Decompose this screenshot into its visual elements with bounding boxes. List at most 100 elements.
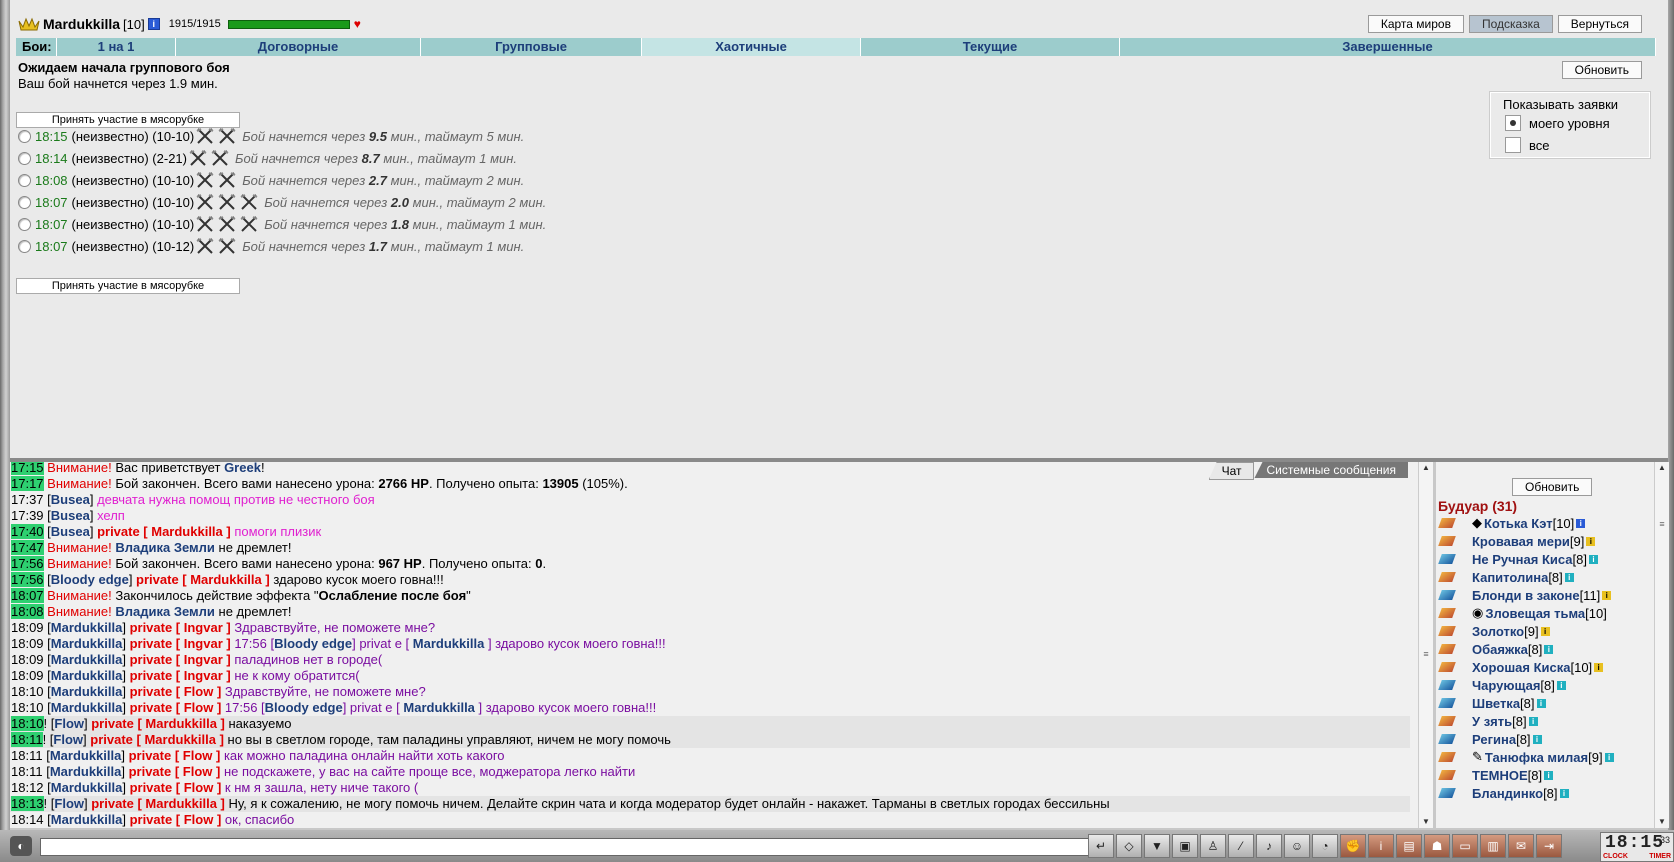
speaker-icon[interactable]: ◐ [10, 836, 32, 856]
user-name[interactable]: Шветка [1472, 696, 1520, 711]
message-nick[interactable]: Busea [51, 524, 90, 539]
smile-icon[interactable]: ☺ [1284, 834, 1310, 858]
helmet-icon[interactable]: ◔ [1312, 834, 1338, 858]
info-icon[interactable]: i [1368, 834, 1394, 858]
user-info-icon[interactable]: i [1532, 734, 1542, 744]
scroll-down-icon[interactable]: ▼ [1419, 816, 1433, 828]
user-info-icon[interactable]: i [1544, 770, 1554, 780]
scroll-up-icon[interactable]: ▲ [1655, 462, 1669, 474]
tab-group[interactable]: Групповые [421, 38, 642, 56]
private-tag[interactable]: private [ Ingvar ] [130, 668, 231, 683]
hint-button[interactable]: Подсказка [1468, 15, 1553, 33]
user-info-icon[interactable]: i [1586, 536, 1596, 546]
fight-radio[interactable] [18, 173, 31, 187]
user-info-icon[interactable]: i [1559, 788, 1569, 798]
exit-icon[interactable]: ⇥ [1536, 834, 1562, 858]
mail-icon[interactable]: ✉ [1508, 834, 1534, 858]
refresh-button[interactable]: Обновить [1561, 61, 1642, 79]
tab-chaotic[interactable]: Хаотичные [642, 38, 861, 56]
scroll-up-icon[interactable]: ▲ [1419, 462, 1433, 474]
private-tag[interactable]: private [ Ingvar ] [130, 652, 231, 667]
message-time[interactable]: 18:09 [11, 620, 44, 635]
user-info-icon[interactable]: i [1588, 554, 1598, 564]
tab-agreed[interactable]: Договорные [176, 38, 421, 56]
user-info-icon[interactable]: i [1604, 752, 1614, 762]
tab-chat[interactable]: Чат [1208, 462, 1255, 480]
message-nick[interactable]: Mardukkilla [51, 620, 123, 635]
message-nick[interactable]: Mardukkilla [51, 780, 123, 795]
message-time[interactable]: 17:47 [11, 540, 44, 555]
private-tag[interactable]: private [ Flow ] [129, 764, 221, 779]
tab-system-messages[interactable]: Системные сообщения [1254, 462, 1408, 478]
message-time[interactable]: 18:10 [11, 716, 44, 731]
private-chat-icon[interactable] [1438, 786, 1460, 800]
user-name[interactable]: Чарующая [1472, 678, 1540, 693]
slash-icon[interactable]: ⁄ [1228, 834, 1254, 858]
user-name[interactable]: Не Ручная Киса [1472, 552, 1573, 567]
map-icon[interactable]: ▤ [1396, 834, 1422, 858]
message-time[interactable]: 18:12 [11, 780, 44, 795]
private-tag[interactable]: private [ Flow ] [130, 700, 222, 715]
user-info-icon[interactable]: i [1576, 518, 1586, 528]
user-info-icon[interactable]: i [1602, 590, 1612, 600]
private-chat-icon[interactable] [1438, 714, 1460, 728]
user-name[interactable]: Зловещая тьма [1485, 606, 1585, 621]
fight-radio[interactable] [18, 217, 31, 231]
user-name[interactable]: Кровавая мери [1472, 534, 1570, 549]
private-chat-icon[interactable] [1438, 750, 1460, 764]
private-tag[interactable]: private [ Mardukkilla ] [91, 716, 225, 731]
private-tag[interactable]: private [ Ingvar ] [130, 636, 231, 651]
private-chat-icon[interactable] [1438, 660, 1460, 674]
message-time[interactable]: 18:14 [11, 812, 44, 827]
private-chat-icon[interactable] [1438, 768, 1460, 782]
tab-finished[interactable]: Завершенные [1120, 38, 1656, 56]
message-nick[interactable]: Mardukkilla [51, 668, 123, 683]
message-nick[interactable]: Mardukkilla [50, 764, 122, 779]
private-tag[interactable]: private [ Mardukkilla ] [136, 572, 270, 587]
world-map-button[interactable]: Карта миров [1367, 15, 1464, 33]
scroll-down-icon[interactable]: ▼ [1655, 816, 1669, 828]
user-name[interactable]: Золотко [1472, 624, 1524, 639]
message-nick[interactable]: Mardukkilla [51, 700, 123, 715]
back-button[interactable]: Вернуться [1557, 15, 1642, 33]
fight-radio[interactable] [18, 195, 31, 209]
user-name[interactable]: Танюфка милая [1485, 750, 1588, 765]
message-time[interactable]: 17:56 [11, 556, 44, 571]
private-chat-icon[interactable] [1438, 552, 1460, 566]
message-time[interactable]: 17:39 [11, 508, 44, 523]
radio-my-level[interactable] [1505, 115, 1521, 131]
message-nick[interactable]: Mardukkilla [51, 636, 123, 651]
message-time[interactable]: 18:07 [11, 588, 44, 603]
private-tag[interactable]: private [ Mardukkilla ] [90, 732, 224, 747]
private-chat-icon[interactable] [1438, 732, 1460, 746]
user-name[interactable]: Блонди в законе [1472, 588, 1580, 603]
filter-option-all[interactable]: все [1505, 137, 1550, 153]
private-chat-icon[interactable] [1438, 696, 1460, 710]
message-nick[interactable]: Greek [224, 462, 261, 475]
sound-icon[interactable]: ♪ [1256, 834, 1282, 858]
message-time[interactable]: 18:09 [11, 668, 44, 683]
message-nick[interactable]: Flow [54, 716, 84, 731]
user-info-icon[interactable]: i [1564, 572, 1574, 582]
message-time[interactable]: 18:11 [11, 732, 43, 747]
filter-option-my-level[interactable]: моего уровня [1505, 115, 1610, 131]
tab-current[interactable]: Текущие [861, 38, 1120, 56]
clock[interactable]: 18:15 33 CLOCK TIMER [1600, 832, 1674, 862]
group-icon[interactable]: ☗ [1424, 834, 1450, 858]
fight-radio[interactable] [18, 239, 31, 253]
message-nick[interactable]: Mardukkilla [413, 636, 485, 651]
private-chat-icon[interactable] [1438, 642, 1460, 656]
users-scrollbar[interactable]: ▲ ≡ ▼ [1654, 462, 1669, 828]
private-chat-icon[interactable] [1438, 588, 1460, 602]
user-name[interactable]: Бландинко [1472, 786, 1543, 801]
message-time[interactable]: 18:09 [11, 636, 44, 651]
user-name[interactable]: Обаяжка [1472, 642, 1528, 657]
message-nick[interactable]: Flow [54, 796, 84, 811]
private-chat-icon[interactable] [1438, 678, 1460, 692]
user-name[interactable]: Капитолина [1472, 570, 1548, 585]
enter-icon[interactable]: ↵ [1088, 834, 1114, 858]
fist-icon[interactable]: ✊ [1340, 834, 1366, 858]
private-tag[interactable]: private [ Flow ] [130, 812, 222, 827]
users-refresh-button[interactable]: Обновить [1512, 478, 1593, 496]
radio-all[interactable] [1505, 137, 1521, 153]
